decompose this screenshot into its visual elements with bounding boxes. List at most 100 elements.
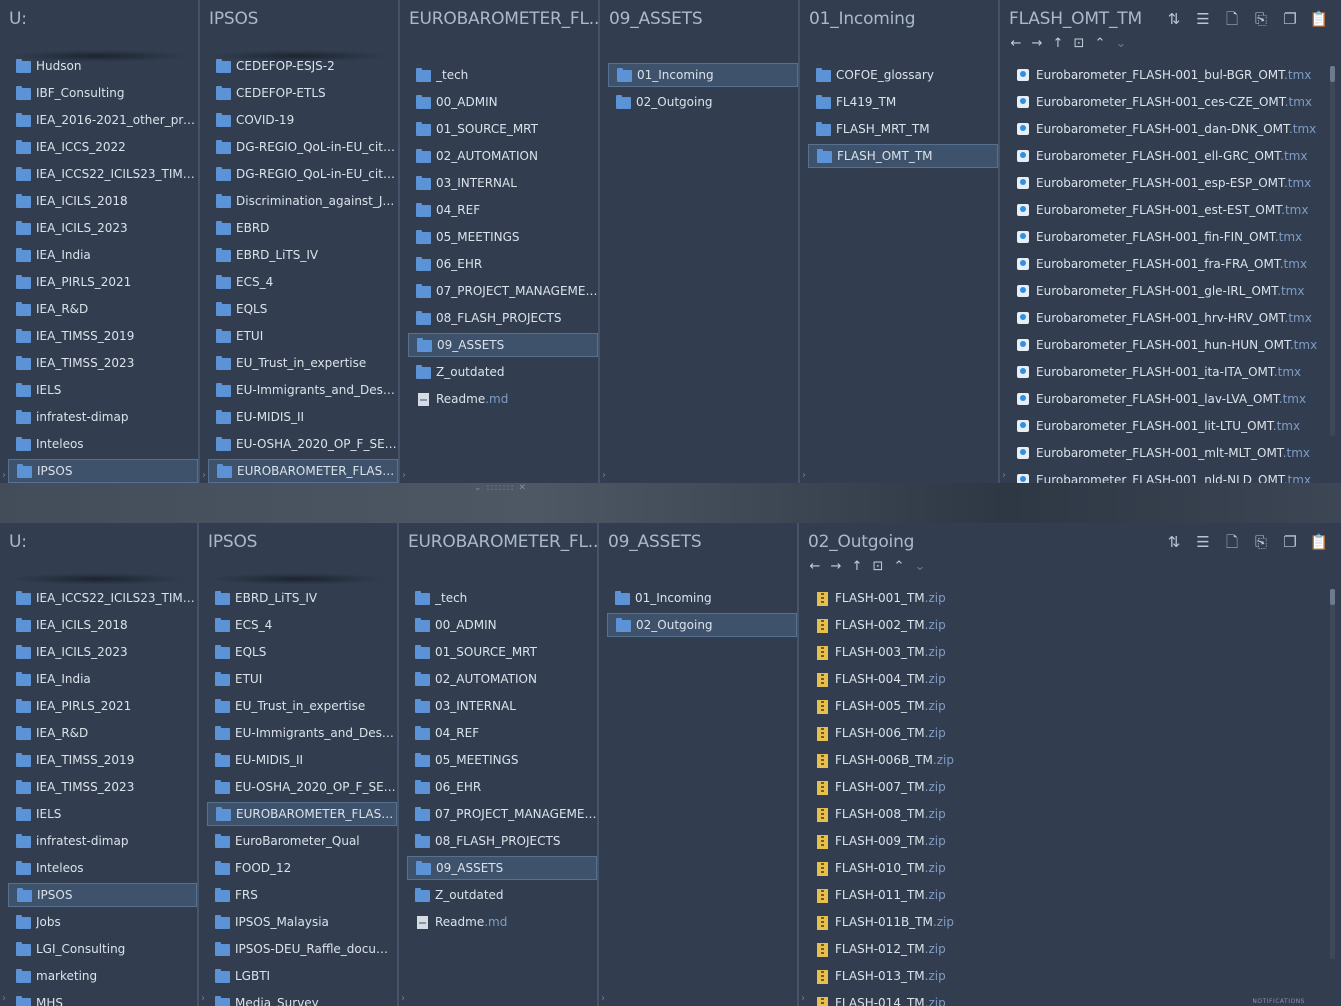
folder-item[interactable]: infratest-dimap bbox=[8, 829, 197, 853]
folder-item[interactable]: IEA_India bbox=[8, 243, 198, 267]
folder-item[interactable]: 03_INTERNAL bbox=[408, 171, 598, 195]
file-item[interactable]: FLASH-011_TM.zip bbox=[807, 883, 1323, 907]
folder-item[interactable]: FOOD_12 bbox=[207, 856, 397, 880]
forward-arrow-icon[interactable]: → bbox=[1029, 36, 1045, 52]
paste-icon[interactable]: 📋 bbox=[1308, 531, 1330, 553]
file-item[interactable]: FLASH-001_TM.zip bbox=[807, 586, 1323, 610]
folder-item[interactable]: IEA_R&D bbox=[8, 297, 198, 321]
folder-item[interactable]: DG-REGIO_QoL-in-EU_cities bbox=[208, 135, 398, 159]
folder-item[interactable]: 02_AUTOMATION bbox=[407, 667, 597, 691]
column-top-0[interactable]: U: Hudson IBF_Consulting IEA_2016-2021_othe… bbox=[0, 0, 200, 483]
folder-item[interactable]: 01_Incoming bbox=[608, 63, 798, 87]
file-item[interactable]: Readme.md bbox=[408, 387, 598, 411]
folder-item[interactable]: IELS bbox=[8, 378, 198, 402]
folder-item[interactable]: CEDEFOP-ESJS-2 bbox=[208, 54, 398, 78]
folder-item[interactable]: EU-Immigrants_and_Descen... bbox=[207, 721, 397, 745]
resize-handle-icon[interactable]: › bbox=[2, 993, 6, 1004]
forward-arrow-icon[interactable]: → bbox=[828, 559, 844, 575]
folder-item[interactable]: 07_PROJECT_MANAGEMENT bbox=[407, 802, 597, 826]
resize-handle-icon[interactable]: › bbox=[401, 993, 405, 1004]
resize-handle-icon[interactable]: › bbox=[2, 470, 6, 481]
folder-item[interactable]: EUROBAROMETER_FLASH_... bbox=[207, 802, 397, 826]
folder-item[interactable]: 02_Outgoing bbox=[608, 90, 798, 114]
column-bottom-3[interactable]: 09_ASSETS 01_Incoming 02_Outgoing › bbox=[599, 523, 799, 1006]
folder-item[interactable]: Hudson bbox=[8, 54, 198, 78]
vertical-scrollbar[interactable] bbox=[1330, 589, 1335, 959]
new-file-icon[interactable]: 🗋 bbox=[1221, 531, 1243, 553]
file-item[interactable]: FLASH-006_TM.zip bbox=[807, 721, 1323, 745]
file-item[interactable]: Eurobarometer_FLASH-001_esp-ESP_OMT.tmx bbox=[1008, 171, 1323, 195]
folder-item[interactable]: IEA_ICILS_2018 bbox=[8, 613, 197, 637]
file-item[interactable]: FLASH-012_TM.zip bbox=[807, 937, 1323, 961]
back-arrow-icon[interactable]: ← bbox=[807, 559, 823, 575]
folder-item[interactable]: ETUI bbox=[207, 667, 397, 691]
folder-search-icon[interactable]: ⊡ bbox=[870, 559, 886, 575]
folder-item[interactable]: EU-OSHA_2020_OP_F_SE_0... bbox=[207, 775, 397, 799]
folder-item[interactable]: EU-MIDIS_II bbox=[208, 405, 398, 429]
folder-item[interactable]: EBRD_LiTS_IV bbox=[207, 586, 397, 610]
folder-item[interactable]: EBRD_LiTS_IV bbox=[208, 243, 398, 267]
folder-item[interactable]: FRS bbox=[207, 883, 397, 907]
folder-item[interactable]: 05_MEETINGS bbox=[408, 225, 598, 249]
folder-item[interactable]: IEA_PIRLS_2021 bbox=[8, 270, 198, 294]
column-top-4[interactable]: 01_Incoming COFOE_glossary FL419_TM FLASH_M… bbox=[800, 0, 1000, 483]
file-item[interactable]: Eurobarometer_FLASH-001_mlt-MLT_OMT.tmx bbox=[1008, 441, 1323, 465]
copy-icon[interactable]: ❐ bbox=[1279, 531, 1301, 553]
folder-item[interactable]: FL419_TM bbox=[808, 90, 998, 114]
file-item[interactable]: Eurobarometer_FLASH-001_ita-ITA_OMT.tmx bbox=[1008, 360, 1323, 384]
sort-icon[interactable]: ⇅ bbox=[1163, 531, 1185, 553]
folder-item[interactable]: IEA_TIMSS_2019 bbox=[8, 324, 198, 348]
folder-item[interactable]: COFOE_glossary bbox=[808, 63, 998, 87]
folder-item[interactable]: IELS bbox=[8, 802, 197, 826]
column-bottom-1[interactable]: IPSOS EBRD_LiTS_IV ECS_4 EQLS ETUI EU_Trust_i… bbox=[199, 523, 399, 1006]
folder-item[interactable]: 01_SOURCE_MRT bbox=[407, 640, 597, 664]
folder-item[interactable]: ECS_4 bbox=[207, 613, 397, 637]
folder-item[interactable]: 04_REF bbox=[407, 721, 597, 745]
folder-item[interactable]: IEA_TIMSS_2019 bbox=[8, 748, 197, 772]
folder-item[interactable]: Inteleos bbox=[8, 432, 198, 456]
resize-handle-icon[interactable]: › bbox=[202, 470, 206, 481]
folder-item[interactable]: _tech bbox=[408, 63, 598, 87]
file-item[interactable]: FLASH-006B_TM.zip bbox=[807, 748, 1323, 772]
folder-item[interactable]: 06_EHR bbox=[407, 775, 597, 799]
resize-handle-icon[interactable]: › bbox=[802, 470, 806, 481]
file-item[interactable]: FLASH-014_TM.zip bbox=[807, 991, 1323, 1006]
folder-item[interactable]: EU-Immigrants_and_Descen... bbox=[208, 378, 398, 402]
pane-splitter[interactable]: ⌄ ::::::: ✕ bbox=[0, 483, 1341, 523]
folder-item[interactable]: IEA_ICCS22_ICILS23_TIMSS2... bbox=[8, 162, 198, 186]
file-item[interactable]: FLASH-004_TM.zip bbox=[807, 667, 1323, 691]
folder-item[interactable]: 03_INTERNAL bbox=[407, 694, 597, 718]
list-view-icon[interactable]: ☰ bbox=[1192, 8, 1214, 30]
file-item[interactable]: Eurobarometer_FLASH-001_hrv-HRV_OMT.tmx bbox=[1008, 306, 1323, 330]
scrollbar-thumb[interactable] bbox=[1330, 66, 1335, 82]
folder-item[interactable]: DG-REGIO_QoL-in-EU_cities... bbox=[208, 162, 398, 186]
folder-item[interactable]: 08_FLASH_PROJECTS bbox=[407, 829, 597, 853]
folder-item[interactable]: IPSOS bbox=[8, 883, 197, 907]
new-file-icon[interactable]: 🗋 bbox=[1221, 8, 1243, 30]
resize-handle-icon[interactable]: › bbox=[402, 470, 406, 481]
folder-item[interactable]: COVID-19 bbox=[208, 108, 398, 132]
file-item[interactable]: FLASH-013_TM.zip bbox=[807, 964, 1323, 988]
folder-search-icon[interactable]: ⊡ bbox=[1071, 36, 1087, 52]
folder-item[interactable]: EQLS bbox=[208, 297, 398, 321]
column-top-3[interactable]: 09_ASSETS 01_Incoming 02_Outgoing › bbox=[600, 0, 800, 483]
folder-item[interactable]: IPSOS bbox=[8, 459, 198, 483]
folder-item[interactable]: 09_ASSETS bbox=[407, 856, 597, 880]
chevron-up-icon[interactable]: ⌃ bbox=[1092, 36, 1108, 52]
file-item[interactable]: Eurobarometer_FLASH-001_ell-GRC_OMT.tmx bbox=[1008, 144, 1323, 168]
new-folder-icon[interactable]: ⎘ bbox=[1250, 8, 1272, 30]
folder-item[interactable]: 02_Outgoing bbox=[607, 613, 797, 637]
file-item[interactable]: FLASH-010_TM.zip bbox=[807, 856, 1323, 880]
folder-item[interactable]: Z_outdated bbox=[408, 360, 598, 384]
folder-item[interactable]: 08_FLASH_PROJECTS bbox=[408, 306, 598, 330]
folder-item[interactable]: IEA_ICCS22_ICILS23_TIMSS2... bbox=[8, 586, 197, 610]
folder-item[interactable]: Jobs bbox=[8, 910, 197, 934]
folder-item[interactable]: EBRD bbox=[208, 216, 398, 240]
folder-item[interactable]: IEA_ICCS_2022 bbox=[8, 135, 198, 159]
file-item[interactable]: FLASH-008_TM.zip bbox=[807, 802, 1323, 826]
file-item[interactable]: Eurobarometer_FLASH-001_fin-FIN_OMT.tmx bbox=[1008, 225, 1323, 249]
folder-item[interactable]: infratest-dimap bbox=[8, 405, 198, 429]
folder-item[interactable]: EQLS bbox=[207, 640, 397, 664]
scrollbar-thumb[interactable] bbox=[1330, 589, 1335, 605]
folder-item[interactable]: IEA_2016-2021_other_projects bbox=[8, 108, 198, 132]
